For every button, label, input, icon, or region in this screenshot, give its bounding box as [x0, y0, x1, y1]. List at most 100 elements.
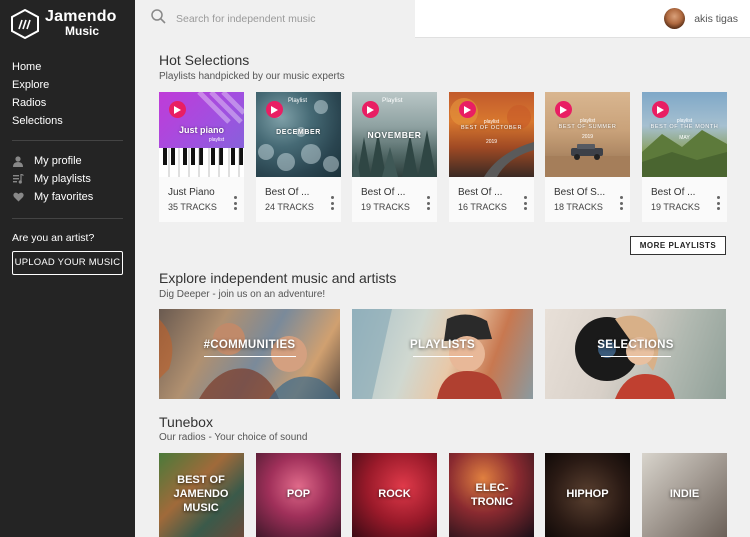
person-icon: [12, 155, 24, 167]
more-options-icon[interactable]: [330, 196, 334, 210]
playlist-icon: [12, 173, 24, 185]
explore-selections-card[interactable]: SELECTIONS: [545, 309, 726, 399]
playlist-track-count: 19 TRACKS: [651, 202, 700, 212]
upload-music-button[interactable]: UPLOAD YOUR MUSIC: [12, 251, 123, 275]
radio-card[interactable]: POP: [256, 453, 341, 537]
nav-my-favorites-label: My favorites: [34, 191, 94, 203]
cover-subtitle: playlist: [208, 137, 225, 143]
playlist-name[interactable]: Just Piano: [168, 187, 215, 198]
radio-label: INDIE: [669, 488, 700, 500]
nav-radios[interactable]: Radios: [12, 94, 63, 112]
playlist-card[interactable]: playlist BEST OF THE MONTH MAY Best Of .…: [642, 92, 727, 222]
hot-selections-subtitle: Playlists handpicked by our music expert…: [159, 71, 345, 82]
brand-subname: Music: [65, 24, 100, 38]
playlist-name[interactable]: Best Of ...: [651, 187, 695, 198]
explore-subtitle: Dig Deeper - join us on an adventure!: [159, 289, 326, 300]
radio-card[interactable]: HIPHOP: [545, 453, 630, 537]
playlist-name[interactable]: Best Of S...: [554, 187, 605, 198]
cover-subtitle: 2019: [485, 139, 498, 145]
nav-my-playlists-label: My playlists: [34, 173, 91, 185]
avatar[interactable]: [664, 8, 686, 29]
tunebox-title: Tunebox: [159, 414, 213, 430]
nav-my-favorites[interactable]: My favorites: [12, 188, 93, 206]
playlist-card[interactable]: Just piano playlist Just Piano 35 TRACKS: [159, 92, 244, 222]
radio-label: POP: [286, 488, 311, 500]
more-options-icon[interactable]: [233, 196, 237, 210]
playlist-cover[interactable]: Playlist NOVEMBER: [352, 92, 437, 177]
more-options-icon[interactable]: [716, 196, 720, 210]
playlist-name[interactable]: Best Of ...: [361, 187, 405, 198]
play-icon[interactable]: [266, 101, 283, 118]
nav-selections[interactable]: Selections: [12, 112, 63, 130]
nav-my-profile[interactable]: My profile: [12, 152, 93, 170]
main-content: Hot Selections Playlists handpicked by o…: [135, 38, 750, 537]
explore-card-label: #COMMUNITIES: [203, 339, 296, 351]
user-nav: My profile My playlists My favorites: [12, 152, 93, 206]
explore-card-label: PLAYLISTS: [410, 339, 475, 351]
artist-question: Are you an artist?: [12, 232, 95, 244]
main-nav: Home Explore Radios Selections: [12, 58, 63, 130]
cover-title: Just piano: [178, 125, 224, 135]
playlist-track-count: 35 TRACKS: [168, 202, 217, 212]
playlist-track-count: 16 TRACKS: [458, 202, 507, 212]
radio-label: BEST OF JAMENDO MUSIC: [173, 474, 229, 514]
radio-label: ELEC-TRONIC: [470, 482, 514, 508]
radio-card[interactable]: ROCK: [352, 453, 437, 537]
sidebar-divider: [12, 218, 123, 219]
hot-selections-title: Hot Selections: [159, 52, 250, 68]
tunebox-subtitle: Our radios - Your choice of sound: [159, 432, 308, 443]
explore-communities-card[interactable]: #COMMUNITIES: [159, 309, 340, 399]
jamendo-logo[interactable]: Jamendo Music: [11, 9, 117, 39]
playlist-track-count: 19 TRACKS: [361, 202, 410, 212]
user-menu[interactable]: akis tigas: [664, 8, 738, 29]
playlist-card[interactable]: Playlist NOVEMBER Best Of ... 19 TRACKS: [352, 92, 437, 222]
playlist-cover[interactable]: playlist BEST OF THE MONTH MAY: [642, 92, 727, 177]
more-options-icon[interactable]: [523, 196, 527, 210]
radio-label: ROCK: [378, 488, 411, 500]
search-icon[interactable]: [151, 9, 166, 29]
playlist-name[interactable]: Best Of ...: [265, 187, 309, 198]
playlist-cover[interactable]: playlist BEST OF SUMMER 2019: [545, 92, 630, 177]
cover-title: BEST OF OCTOBER: [460, 125, 523, 131]
cover-title: BEST OF SUMMER: [558, 124, 617, 130]
cover-title: BEST OF THE MONTH: [650, 124, 719, 130]
playlist-name[interactable]: Best Of ...: [458, 187, 502, 198]
cover-title: DECEMBER: [276, 129, 321, 136]
play-icon[interactable]: [169, 101, 186, 118]
brand-name: Jamendo: [45, 8, 117, 25]
top-bar: akis tigas: [135, 0, 750, 38]
playlist-card[interactable]: playlist BEST OF SUMMER 2019 Best Of S..…: [545, 92, 630, 222]
playlist-card[interactable]: playlist BEST OF OCTOBER 2019 Best Of ..…: [449, 92, 534, 222]
play-icon[interactable]: [652, 101, 669, 118]
radio-card[interactable]: INDIE: [642, 453, 727, 537]
cover-subtitle: MAY: [679, 135, 690, 141]
more-options-icon[interactable]: [619, 196, 623, 210]
nav-my-playlists[interactable]: My playlists: [12, 170, 93, 188]
radio-card[interactable]: ELEC-TRONIC: [449, 453, 534, 537]
play-icon[interactable]: [459, 101, 476, 118]
more-options-icon[interactable]: [426, 196, 430, 210]
play-icon[interactable]: [555, 101, 572, 118]
cover-subtitle: 2019: [581, 134, 594, 140]
playlist-track-count: 24 TRACKS: [265, 202, 314, 212]
playlist-cover[interactable]: Just piano playlist: [159, 92, 244, 177]
nav-home[interactable]: Home: [12, 58, 63, 76]
radio-card[interactable]: BEST OF JAMENDO MUSIC: [159, 453, 244, 537]
cover-label: Playlist: [288, 98, 308, 104]
playlist-cover[interactable]: playlist BEST OF OCTOBER 2019: [449, 92, 534, 177]
playlist-card[interactable]: Playlist DECEMBER Best Of ... 24 TRACKS: [256, 92, 341, 222]
play-icon[interactable]: [362, 101, 379, 118]
heart-icon: [12, 191, 24, 203]
cover-label: Playlist: [382, 97, 403, 104]
playlist-cover[interactable]: Playlist DECEMBER: [256, 92, 341, 177]
explore-playlists-card[interactable]: PLAYLISTS: [352, 309, 533, 399]
nav-explore[interactable]: Explore: [12, 76, 63, 94]
search-input[interactable]: [176, 13, 396, 25]
sidebar: Jamendo Music Home Explore Radios Select…: [0, 0, 135, 537]
more-playlists-button[interactable]: MORE PLAYLISTS: [630, 236, 726, 255]
nav-my-profile-label: My profile: [34, 155, 82, 167]
label-underline: [412, 356, 473, 357]
explore-card-label: SELECTIONS: [597, 339, 674, 351]
cover-title: NOVEMBER: [367, 130, 422, 140]
sidebar-divider: [12, 140, 123, 141]
